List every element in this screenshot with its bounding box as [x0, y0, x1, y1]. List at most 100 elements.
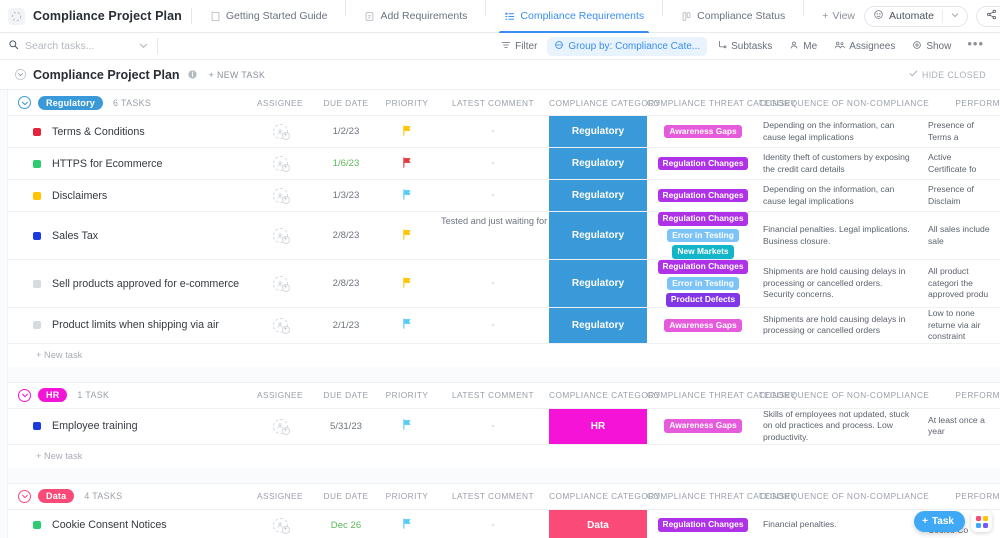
latest-comment-cell[interactable]: - [437, 510, 549, 538]
priority-cell[interactable] [377, 116, 437, 147]
hide-closed-toggle[interactable]: HIDE CLOSED [909, 69, 986, 80]
tab-compliance-requirements[interactable]: Compliance Requirements [495, 0, 653, 33]
status-dot-icon[interactable] [33, 422, 41, 431]
search-input[interactable] [25, 40, 121, 52]
table-row[interactable]: Sales Tax +2/8/23 Tested and just waiting … [0, 212, 1000, 260]
consequence-cell[interactable]: Financial penalties. Legal implications.… [759, 212, 924, 259]
threat-chip[interactable]: Regulation Changes [657, 260, 749, 274]
status-dot-icon[interactable] [33, 321, 41, 330]
due-date-cell[interactable]: 2/8/23 [315, 212, 377, 259]
priority-cell[interactable] [377, 409, 437, 444]
create-task-fab[interactable]: + Task [914, 511, 965, 532]
task-name-cell[interactable]: HTTPS for Ecommerce [0, 148, 245, 179]
assignee-cell[interactable]: + [245, 148, 315, 179]
chevron-down-icon[interactable] [139, 41, 148, 52]
status-dot-icon[interactable] [33, 521, 41, 530]
apps-grid-icon[interactable] [971, 511, 992, 532]
status-dot-icon[interactable] [33, 279, 41, 288]
performance-cell[interactable]: Low to none returne via air constraint [924, 308, 1000, 343]
performance-cell[interactable]: At least once a year [924, 409, 1000, 444]
add-new-task-row[interactable]: + New task [0, 343, 1000, 367]
table-row[interactable]: Cookie Consent Notices + Dec 26 - Data Regula… [0, 509, 1000, 538]
compliance-category-cell[interactable]: HR [549, 408, 647, 444]
group-header-hr[interactable]: HR 1 TASK ASSIGNEE DUE DATE PRIORITY LATEST C… [0, 382, 1000, 409]
consequence-cell[interactable]: Shipments are hold causing delays in pro… [759, 308, 924, 343]
task-name-cell[interactable]: Cookie Consent Notices [0, 510, 245, 538]
due-date-cell[interactable]: 1/3/23 [315, 180, 377, 211]
assignee-cell[interactable]: + [245, 510, 315, 538]
tab-compliance-status[interactable]: Compliance Status [672, 0, 794, 33]
due-date-cell[interactable]: 5/31/23 [315, 409, 377, 444]
task-name-cell[interactable]: Sales Tax [0, 212, 245, 259]
task-name-cell[interactable]: Disclaimers [0, 180, 245, 211]
task-name-cell[interactable]: Employee training [0, 409, 245, 444]
table-row[interactable]: Employee training +5/31/23 - HR Awareness Ga… [0, 408, 1000, 445]
assignee-cell[interactable]: + [245, 260, 315, 307]
latest-comment-cell[interactable]: - [437, 308, 549, 343]
task-name-cell[interactable]: Sell products approved for e-commerce [0, 260, 245, 307]
threat-chip[interactable]: Awareness Gaps [664, 318, 742, 333]
tab-add-requirements[interactable]: Add Requirements [355, 0, 476, 33]
compliance-category-cell[interactable]: Regulatory [549, 148, 647, 179]
threat-chip[interactable]: Regulation Changes [657, 518, 749, 532]
latest-comment-cell[interactable]: - [437, 148, 549, 179]
threat-chip[interactable]: Awareness Gaps [664, 419, 742, 433]
due-date-cell[interactable]: 2/1/23 [315, 308, 377, 343]
threat-chip[interactable]: Error in Testing [667, 228, 739, 243]
assignees-button[interactable]: Assignees [827, 37, 902, 56]
table-row[interactable]: Disclaimers +1/3/23 - Regulatory Regulation … [0, 180, 1000, 212]
threat-chip[interactable]: Regulation Changes [657, 188, 749, 203]
latest-comment-cell[interactable]: - [437, 409, 549, 444]
compliance-category-cell[interactable]: Regulatory [549, 116, 647, 147]
chevron-down-circle-icon[interactable] [18, 96, 31, 109]
priority-cell[interactable] [377, 510, 437, 538]
table-row[interactable]: HTTPS for Ecommerce +1/6/23 - Regulatory Reg… [0, 148, 1000, 180]
assignee-cell[interactable]: + [245, 308, 315, 343]
new-task-button[interactable]: + NEW TASK [209, 70, 266, 80]
threat-chip[interactable]: Product Defects [665, 293, 741, 307]
group-header-data[interactable]: Data 4 TASKS ASSIGNEE DUE DATE PRIORITY LATES… [0, 483, 1000, 510]
add-assignee-icon[interactable]: + [272, 517, 290, 534]
automate-dropdown-button[interactable] [943, 10, 967, 22]
due-date-cell[interactable]: Dec 26 [315, 510, 377, 538]
latest-comment-cell[interactable]: - [437, 116, 549, 147]
assignee-cell[interactable]: + [245, 180, 315, 211]
consequence-cell[interactable]: Depending on the information, can cause … [759, 116, 924, 147]
add-assignee-icon[interactable]: + [272, 317, 290, 334]
latest-comment-cell[interactable]: - [437, 260, 549, 307]
add-assignee-icon[interactable]: + [272, 276, 290, 292]
add-assignee-icon[interactable]: + [272, 156, 290, 172]
threat-category-cell[interactable]: Regulation Changes [647, 148, 759, 179]
priority-cell[interactable] [377, 308, 437, 343]
assignee-cell[interactable]: + [245, 212, 315, 259]
chevron-down-circle-icon[interactable] [18, 489, 31, 503]
threat-category-cell[interactable]: Awareness Gaps [647, 308, 759, 343]
compliance-category-cell[interactable]: Data [549, 509, 647, 538]
add-assignee-icon[interactable]: + [272, 124, 290, 140]
threat-category-cell[interactable]: Regulation Changes Error in Testing New Ma… [647, 212, 759, 259]
status-dot-icon[interactable] [33, 231, 41, 240]
consequence-cell[interactable]: Financial penalties. [759, 510, 924, 538]
table-row[interactable]: Sell products approved for e-commerce +2/… [0, 260, 1000, 308]
threat-chip[interactable]: New Markets [672, 245, 734, 259]
compliance-category-cell[interactable]: Regulatory [549, 308, 647, 343]
due-date-cell[interactable]: 1/6/23 [315, 148, 377, 179]
threat-category-cell[interactable]: Regulation Changes Error in Testing Produc… [647, 260, 759, 307]
status-dot-icon[interactable] [33, 159, 41, 168]
tab-getting-started-guide[interactable]: Getting Started Guide [201, 0, 337, 33]
threat-category-cell[interactable]: Awareness Gaps [647, 409, 759, 444]
due-date-cell[interactable]: 1/2/23 [315, 116, 377, 147]
performance-cell[interactable]: Active Certificate fo [924, 148, 1000, 179]
add-view-button[interactable]: + View [813, 0, 864, 33]
filter-button[interactable]: Filter [494, 37, 544, 56]
performance-cell[interactable]: All sales include sale [924, 212, 1000, 259]
group-by-button[interactable]: Group by: Compliance Cate... [547, 36, 708, 56]
compliance-category-cell[interactable]: Regulatory [549, 260, 647, 307]
threat-category-cell[interactable]: Awareness Gaps [647, 116, 759, 147]
priority-cell[interactable] [377, 260, 437, 307]
status-dot-icon[interactable] [33, 191, 41, 200]
table-row[interactable]: Terms & Conditions +1/2/23 - Regulatory Awar… [0, 116, 1000, 148]
latest-comment-cell[interactable]: Tested and just waiting for review. [437, 212, 578, 259]
share-button[interactable]: Share [975, 5, 1000, 27]
threat-chip[interactable]: Regulation Changes [657, 212, 749, 226]
